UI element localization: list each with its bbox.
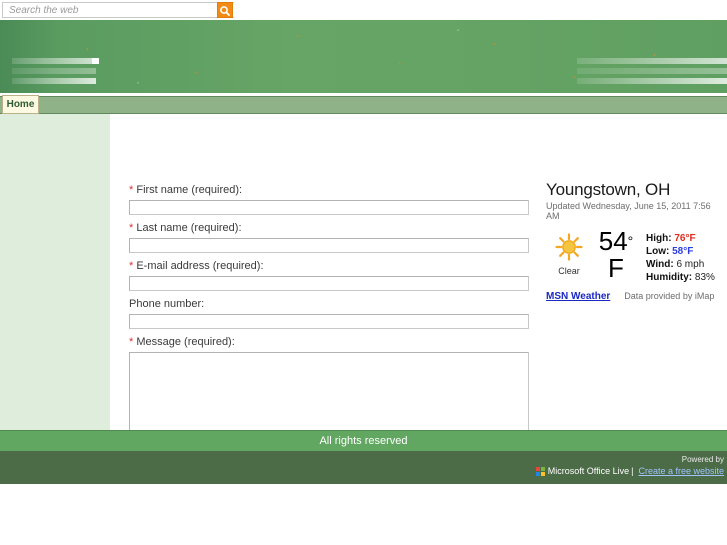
weather-condition-block: Clear [546, 229, 592, 284]
weather-readout: Clear 54° F High: 76°F Low: 58°F Wind: 6… [546, 226, 726, 284]
search-button[interactable] [217, 2, 233, 18]
weather-temperature-block: 54° F [592, 226, 640, 284]
placeholder-bar [577, 78, 727, 84]
search-icon [218, 5, 232, 17]
nav-tab-home[interactable]: Home [2, 95, 39, 114]
email-label: * E-mail address (required): [129, 260, 531, 273]
web-search-toolbar [0, 0, 727, 20]
weather-high-value: 76°F [674, 233, 696, 244]
degree-symbol: ° [627, 233, 634, 249]
weather-footer: MSN Weather Data provided by iMap [546, 291, 726, 302]
nav-strip [0, 96, 727, 114]
first-name-input[interactable] [129, 200, 529, 215]
contact-form: * First name (required): * Last name (re… [129, 184, 531, 452]
msn-weather-link[interactable]: MSN Weather [546, 291, 610, 302]
message-label-text: Message (required): [136, 336, 235, 348]
weather-high-label: High: [646, 233, 672, 244]
placeholder-bar [577, 58, 727, 64]
required-marker: * [129, 336, 134, 348]
page-bottom-filler [0, 484, 727, 545]
powered-by-brand-line: Microsoft Office Live | Create a free we… [535, 466, 724, 476]
left-sidebar [0, 114, 110, 430]
phone-label: Phone number: [129, 298, 531, 311]
phone-label-text: Phone number: [129, 298, 205, 310]
weather-temperature-unit: F [608, 253, 624, 283]
weather-city: Youngstown, OH [546, 180, 671, 199]
weather-temperature-value: 54 [598, 226, 628, 256]
main-content: * First name (required): * Last name (re… [110, 114, 727, 452]
first-name-label: * First name (required): [129, 184, 531, 197]
weather-detail-wind: Wind: 6 mph [646, 258, 726, 271]
footer-rights-bar: All rights reserved [0, 430, 727, 451]
weather-condition-label: Clear [558, 266, 580, 276]
required-marker: * [129, 222, 134, 234]
last-name-label-text: Last name (required): [136, 222, 242, 234]
powered-by-label: Powered by [681, 455, 724, 464]
last-name-input[interactable] [129, 238, 529, 253]
sun-icon [555, 233, 583, 264]
weather-details: High: 76°F Low: 58°F Wind: 6 mph Humidit… [640, 229, 726, 284]
nav-tab-home-label: Home [6, 99, 35, 110]
footer-rights-text: All rights reserved [319, 435, 408, 447]
email-input[interactable] [129, 276, 529, 291]
placeholder-bar [12, 58, 99, 84]
first-name-label-text: First name (required): [136, 184, 243, 196]
placeholder-bar [12, 58, 99, 64]
search-input[interactable] [9, 5, 209, 16]
message-label: * Message (required): [129, 336, 531, 349]
primary-navigation: Home [0, 93, 727, 114]
weather-detail-low: Low: 58°F [646, 245, 726, 258]
microsoft-logo-icon [535, 466, 545, 476]
required-marker: * [129, 184, 134, 196]
powered-by-block: Powered by Microsoft Office Live | Creat… [535, 455, 724, 476]
last-name-label: * Last name (required): [129, 222, 531, 235]
required-marker: * [129, 260, 134, 272]
create-free-website-link[interactable]: Create a free website [638, 466, 724, 476]
weather-wind-value: 6 mph [676, 259, 705, 270]
weather-low-label: Low: [646, 246, 670, 257]
placeholder-bar [12, 68, 96, 74]
search-field-wrapper [2, 2, 234, 18]
weather-low-value: 58°F [672, 246, 694, 257]
weather-detail-humidity: Humidity: 83% [646, 271, 726, 284]
weather-humidity-label: Humidity: [646, 272, 693, 283]
placeholder-bar [577, 68, 727, 74]
weather-widget: Youngstown, OH Updated Wednesday, June 1… [546, 180, 726, 302]
weather-wind-label: Wind: [646, 259, 674, 270]
weather-data-credit: Data provided by iMap [624, 291, 715, 301]
email-label-text: E-mail address (required): [136, 260, 264, 272]
footer-branding-bar: Powered by Microsoft Office Live | Creat… [0, 451, 727, 484]
weather-humidity-value: 83% [694, 272, 715, 283]
banner-title-placeholder-right [577, 58, 727, 88]
weather-updated-timestamp: Updated Wednesday, June 15, 2011 7:56 AM [546, 201, 711, 221]
office-live-brand: Microsoft Office Live [547, 466, 630, 476]
phone-input[interactable] [129, 314, 529, 329]
page-body: * First name (required): * Last name (re… [0, 114, 727, 452]
site-banner [0, 20, 727, 93]
banner-title-placeholder-left [12, 58, 99, 88]
weather-detail-high: High: 76°F [646, 232, 726, 245]
footer-separator: | [631, 466, 634, 476]
